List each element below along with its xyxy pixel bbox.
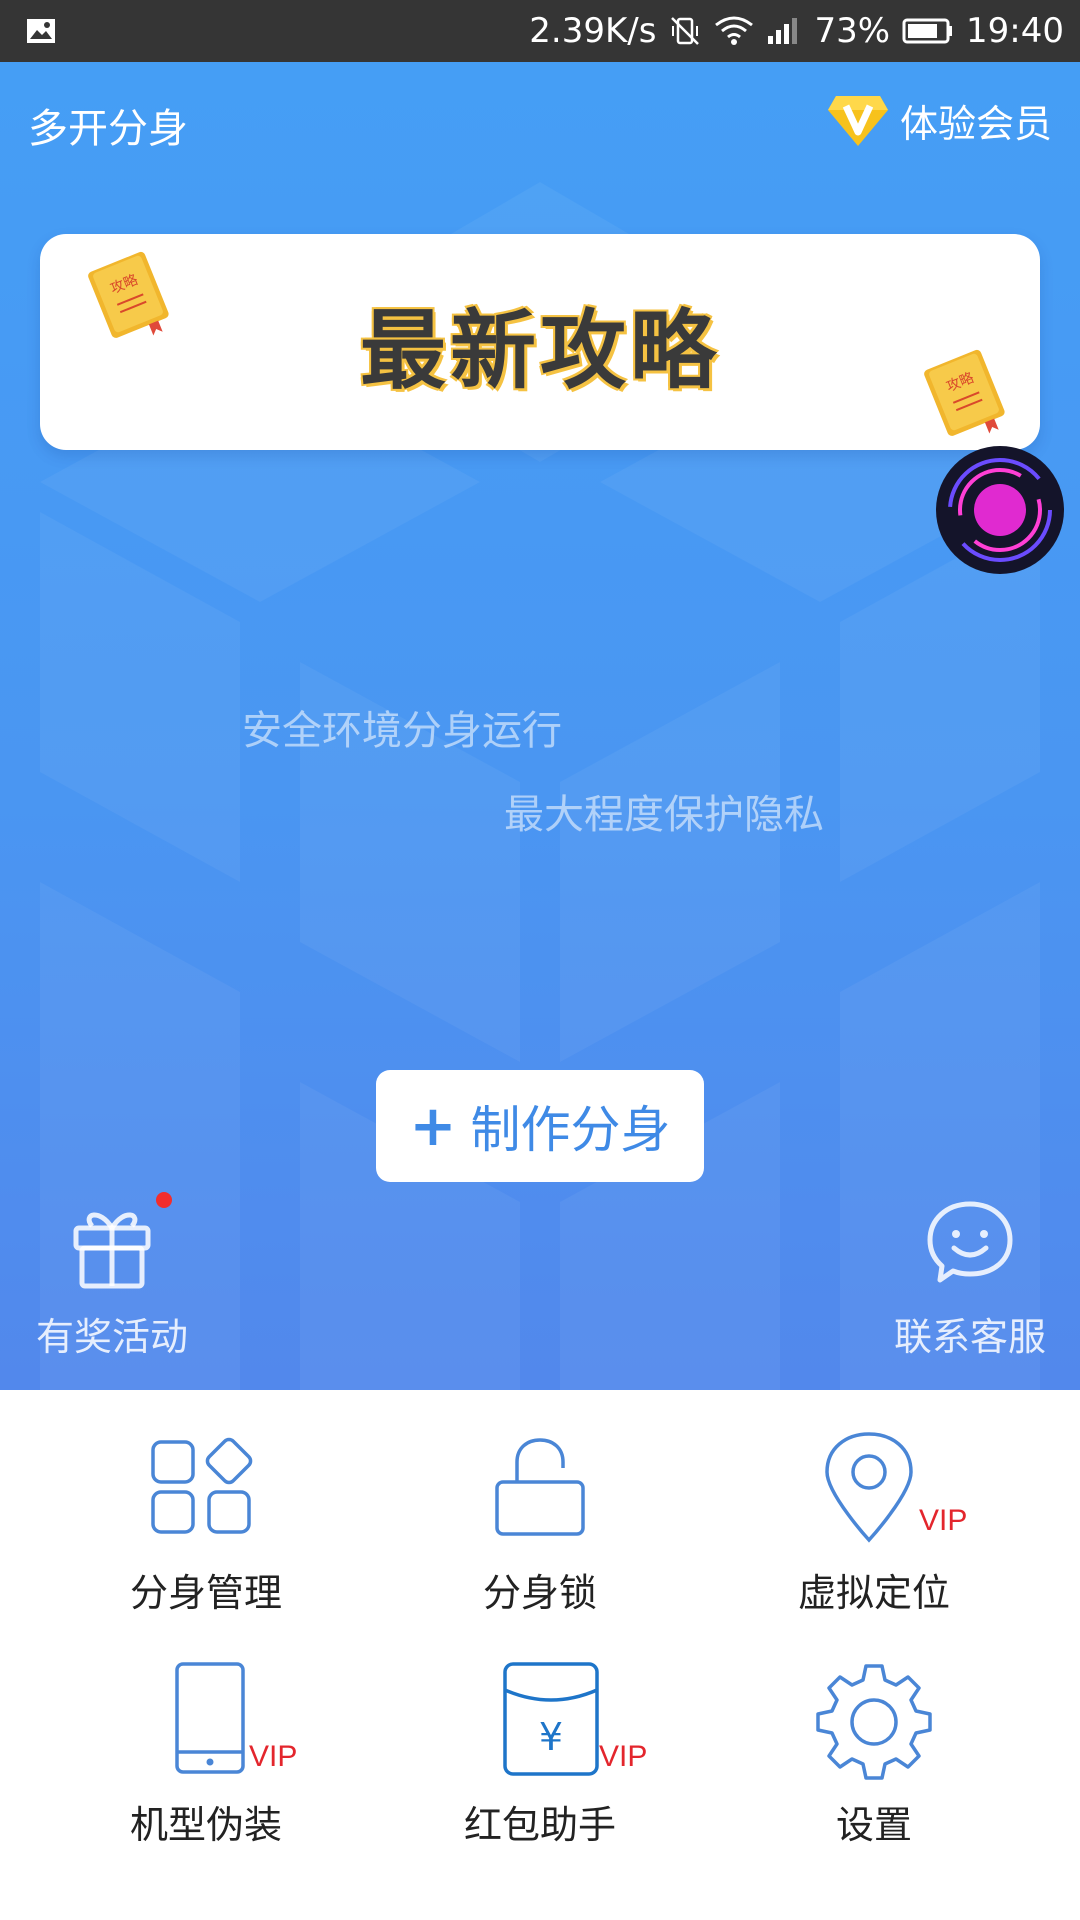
- feature-settings[interactable]: 设置: [694, 1622, 1054, 1852]
- contact-service-label: 联系客服: [893, 1315, 1046, 1359]
- battery-percent: 73%: [814, 11, 891, 51]
- battery-icon: [902, 18, 953, 44]
- rewards-activity-button[interactable]: 有奖活动: [36, 1192, 188, 1361]
- feature-red-envelope-helper[interactable]: ¥ VIP 红包助手: [360, 1622, 720, 1852]
- status-bar: 2.39K/s 73% 19:40: [0, 0, 1080, 62]
- wifi-icon: [715, 16, 754, 45]
- gear-icon: [816, 1664, 932, 1780]
- tagline-secure: 安全环境分身运行: [242, 708, 562, 754]
- feature-label: 虚拟定位: [797, 1571, 950, 1615]
- contact-service-button[interactable]: 联系客服: [890, 1192, 1050, 1361]
- guide-book-icon: 攻略: [921, 346, 1008, 439]
- feature-label: 红包助手: [463, 1803, 616, 1847]
- rewards-activity-label: 有奖活动: [36, 1315, 189, 1359]
- tagline-privacy: 最大程度保护隐私: [504, 792, 824, 838]
- vip-tag: VIP: [599, 1740, 648, 1773]
- feature-device-disguise[interactable]: VIP 机型伪装: [26, 1622, 386, 1852]
- feature-clone-management[interactable]: 分身管理: [26, 1390, 386, 1620]
- signal-icon: [768, 18, 798, 44]
- vip-tag: VIP: [919, 1504, 968, 1537]
- svg-text:¥: ¥: [539, 1715, 563, 1759]
- vip-membership-button[interactable]: 体验会员: [826, 92, 1052, 148]
- feature-grid: 分身管理 分身锁 VIP 虚拟定位 VIP 机型伪装 ¥ VIP 红包助手 设置: [0, 1390, 1080, 1920]
- vip-tag: VIP: [249, 1740, 298, 1773]
- feature-label: 分身管理: [129, 1571, 282, 1615]
- network-speed: 2.39K/s: [529, 11, 657, 51]
- vibrate-off-icon: [671, 17, 700, 45]
- feature-label: 机型伪装: [129, 1803, 282, 1847]
- red-envelope-icon: ¥: [503, 1662, 599, 1776]
- apps-grid-icon: [151, 1437, 253, 1534]
- lock-icon: [495, 1438, 585, 1536]
- banner-title: 最新攻略: [360, 300, 720, 401]
- notification-dot: [156, 1192, 172, 1208]
- strategy-banner[interactable]: 最新攻略 攻略 攻略: [40, 234, 1040, 450]
- app-title: 多开分身: [28, 106, 188, 152]
- plus-icon: +: [409, 1093, 457, 1159]
- feature-clone-lock[interactable]: 分身锁: [360, 1390, 720, 1620]
- feature-label: 分身锁: [482, 1571, 597, 1615]
- create-clone-button[interactable]: + 制作分身: [376, 1070, 704, 1182]
- hero-area: 多开分身 体验会员 最新攻略 攻略 攻略 安全环境分身运行 最大程度保护隐私 +…: [0, 62, 1080, 1390]
- guide-book-icon: 攻略: [85, 248, 172, 341]
- clock: 19:40: [966, 11, 1064, 51]
- diamond-v-icon: [827, 96, 888, 146]
- gift-icon: [73, 1212, 151, 1289]
- image-icon: [27, 19, 55, 43]
- create-clone-label: 制作分身: [470, 1101, 671, 1159]
- smiley-chat-icon: [927, 1201, 1013, 1283]
- vip-label: 体验会员: [899, 101, 1052, 146]
- status-indicators: 2.39K/s 73% 19:40: [529, 0, 1064, 62]
- feature-label: 设置: [835, 1803, 912, 1847]
- floating-assistant-ball[interactable]: [934, 444, 1066, 576]
- feature-virtual-location[interactable]: VIP 虚拟定位: [694, 1390, 1054, 1620]
